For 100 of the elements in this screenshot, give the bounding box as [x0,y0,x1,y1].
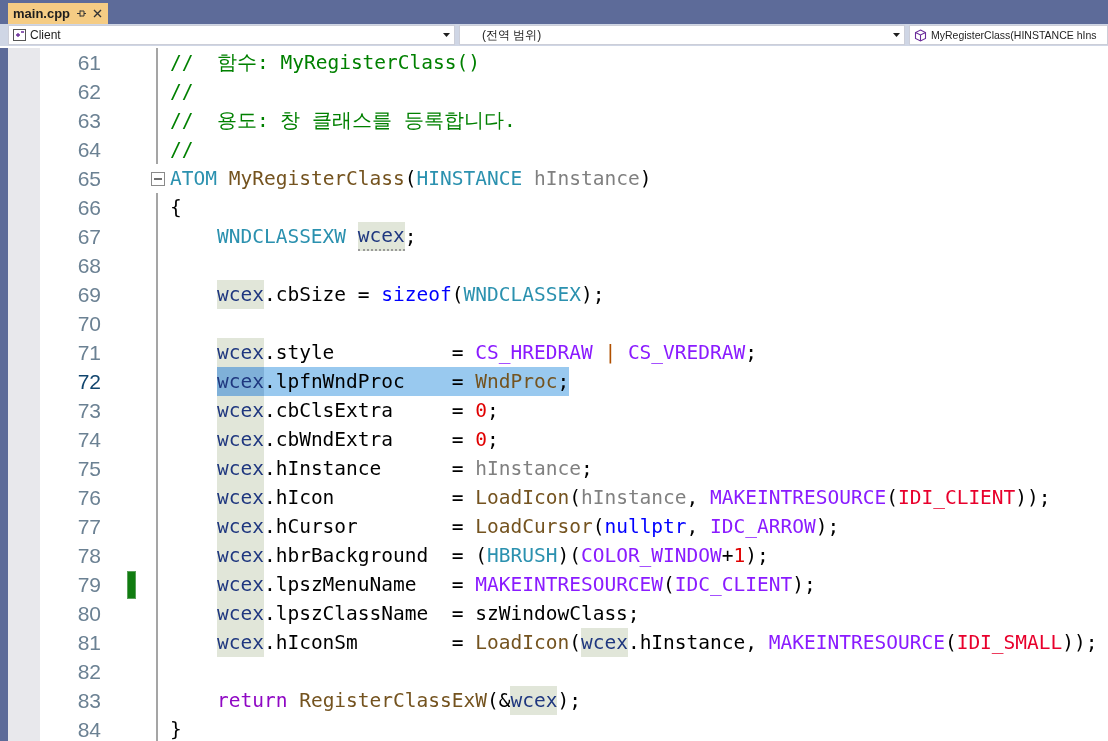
code-token: ; [487,398,499,424]
code-comment: // 용도: 창 클래스를 등록합니다. [170,108,516,134]
line-number: 69 [76,282,101,307]
caret-icon [443,33,450,37]
project-icon [13,29,26,41]
code-token: , [686,514,700,540]
line-number: 76 [76,485,101,510]
file-tab[interactable]: main.cpp [8,3,109,24]
code-token: .lpszClassName = szWindowClass; [263,601,640,627]
code-token: wcex [216,483,264,512]
code-token: RegisterClassExW [298,688,487,714]
code-token: nullptr [604,514,687,540]
code-token: + [721,543,734,569]
line-number: 77 [76,514,101,539]
code-token: wcex [216,599,264,628]
code-token: .hInstance = [263,456,465,482]
code-token: .hIcon = [263,485,465,511]
line-number: 75 [76,456,101,481]
code-token: )); [1062,630,1098,656]
code-token: CS_HREDRAW [475,340,593,366]
code-token: ( [663,572,675,598]
code-token: HBRUSH [487,543,558,569]
code-token: wcex [510,686,558,715]
code-token: ATOM [170,166,217,192]
line-number: 64 [76,137,101,162]
code-token: ; [487,427,499,453]
code-comment: // [170,137,194,163]
code-token: wcex [216,628,264,657]
line-number: 74 [76,427,101,452]
code-token: hInstance [475,456,581,482]
code-token: ; [557,369,570,395]
line-number: 68 [76,253,101,278]
code-token: wcex [580,628,628,657]
code-token: IDC_ARROW [710,514,816,540]
code-token: ( [592,514,605,540]
code-comment: // [170,79,194,105]
scope-dropdown[interactable]: (전역 범위) [459,25,905,45]
cube-icon [914,28,927,42]
code-token: wcex [216,338,264,367]
line-number: 61 [76,50,101,75]
code-token: ); [792,572,816,598]
line-number: 80 [76,601,101,626]
code-comment: // 함수: MyRegisterClass() [170,50,481,76]
caret-icon [893,33,900,37]
code-token: ); [745,543,769,569]
code-token: .hCursor = [263,514,465,540]
close-icon[interactable] [93,9,103,18]
collapse-icon[interactable] [151,171,165,186]
member-dropdown[interactable]: MyRegisterClass(HINSTANCE hIns [909,25,1108,45]
line-number: 83 [76,688,101,713]
line-number: 71 [76,340,101,365]
pin-icon[interactable] [77,9,87,18]
code-token: hInstance [532,166,640,192]
code-token: wcex [357,222,405,251]
code-token: .cbSize = [263,282,371,308]
code-token: wcex [216,280,264,309]
code-token: wcex [216,512,264,541]
code-token: } [170,717,182,741]
code-token: ( [451,282,464,308]
code-token: ( [886,485,898,511]
code-token: ( [404,166,417,192]
code-token: 0 [475,427,487,453]
code-token: wcex [216,367,264,396]
code-token: )); [1015,485,1051,511]
line-number: 79 [76,572,101,597]
line-number: 66 [76,195,101,220]
code-token: .cbWndExtra = [263,427,465,453]
code-token: LoadCursor [475,514,593,540]
code-token: return [216,688,288,714]
code-token: .cbClsExtra = [263,398,465,424]
line-number: 67 [76,224,101,249]
line-number: 78 [76,543,101,568]
line-number: 70 [76,311,101,336]
line-number: 81 [76,630,101,655]
code-token: ; [745,340,758,366]
line-number: 62 [76,79,101,104]
code-token: sizeof [381,282,452,308]
code-token: WNDCLASSEX [463,282,581,308]
code-token: .hInstance, [627,630,759,656]
code-token: ( [569,630,581,656]
project-dropdown[interactable]: Client [8,25,455,45]
code-token: )( [557,543,581,569]
code-token: | [603,340,617,366]
code-token: ( [944,630,957,656]
code-token: MAKEINTRESOURCEW [475,572,664,598]
line-number: 63 [76,108,101,133]
code-token: hInstance [580,485,687,511]
code-token: ) [639,166,652,192]
code-token: MAKEINTRESOURCE [710,485,887,511]
code-token: .lpfnWndProc = [263,369,465,395]
code-token: WndProc [475,369,558,395]
line-number: 84 [76,717,101,741]
code-token: ); [580,282,605,308]
code-token: IDC_CLIENT [674,572,793,598]
line-number: 73 [76,398,101,423]
code-token: wcex [216,570,264,599]
code-token: HINSTANCE [416,166,523,192]
code-token: MyRegisterClass [227,166,405,192]
code-token: CS_VREDRAW [626,340,746,366]
code-token: wcex [216,425,264,454]
